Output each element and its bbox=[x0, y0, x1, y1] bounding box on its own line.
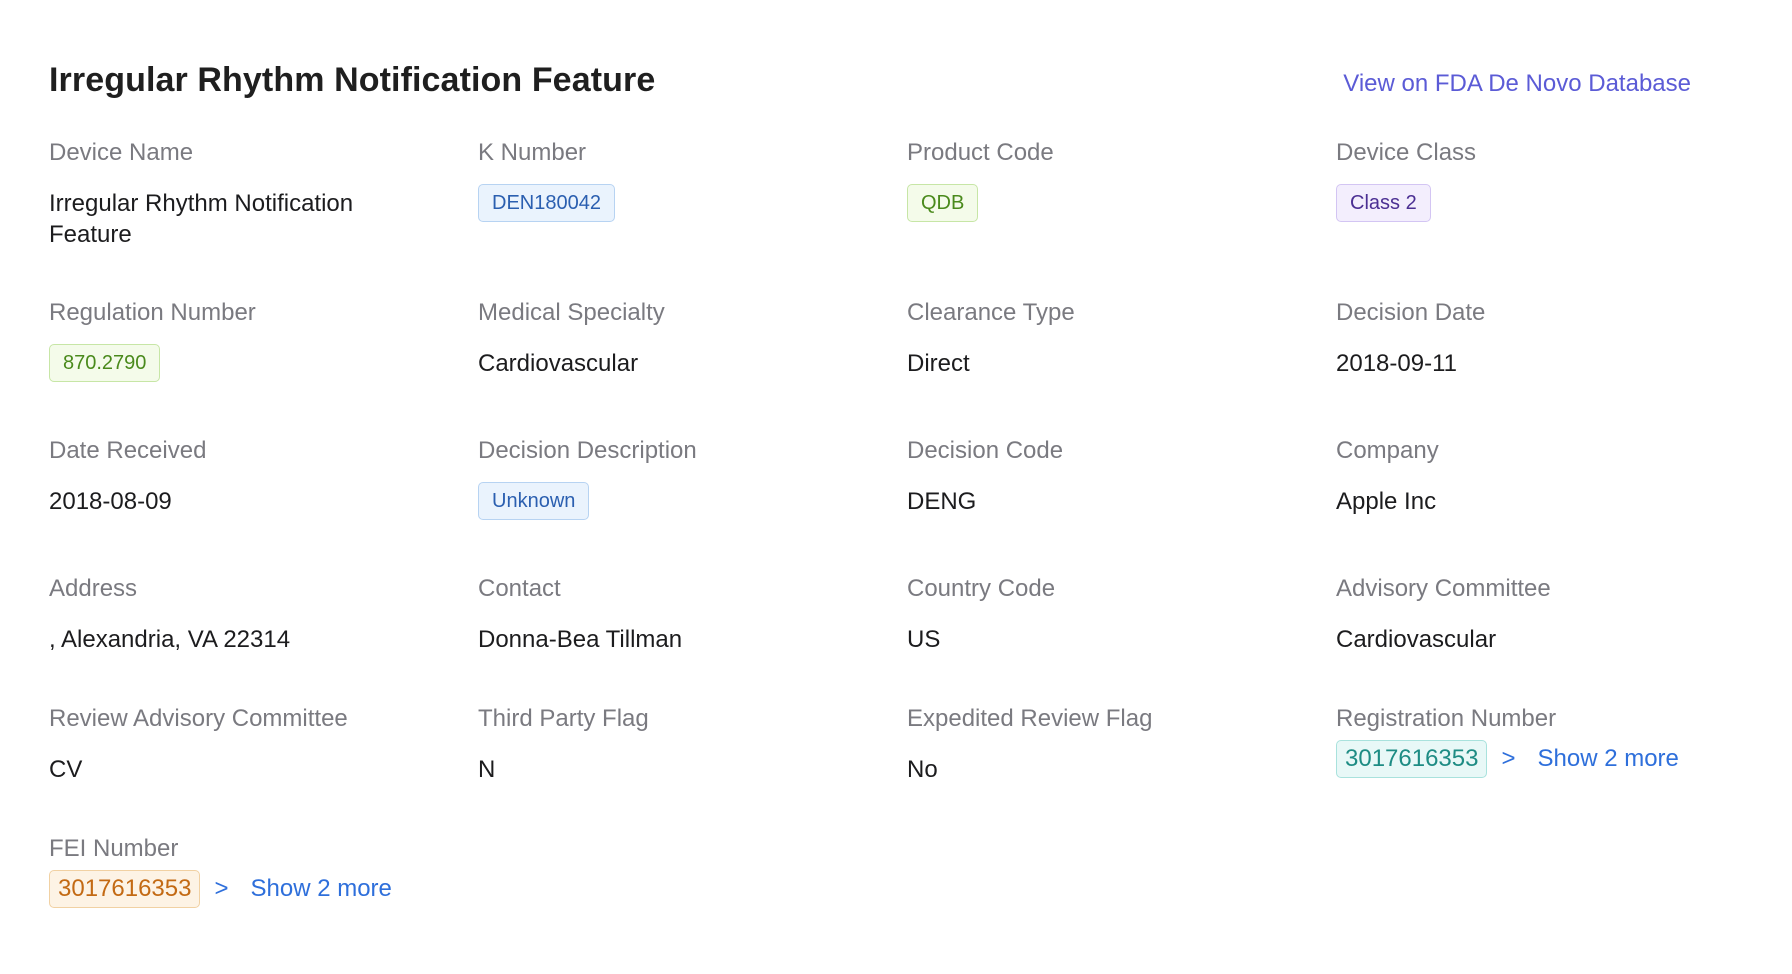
field-value: Donna-Bea Tillman bbox=[478, 625, 683, 653]
field-value: Cardiovascular bbox=[478, 349, 639, 377]
field-third-party-flag: Third Party Flag N bbox=[478, 705, 907, 835]
field-label: Product Code bbox=[907, 138, 1054, 166]
page-title: Irregular Rhythm Notification Feature bbox=[49, 61, 656, 99]
field-date-received: Date Received 2018-08-09 bbox=[49, 437, 478, 575]
field-label: Expedited Review Flag bbox=[907, 704, 1153, 732]
field-label: Country Code bbox=[907, 574, 1056, 602]
field-label: Device Name bbox=[49, 138, 194, 166]
field-country-code: Country Code US bbox=[907, 575, 1336, 705]
field-value: Irregular Rhythm Notification Feature bbox=[49, 189, 354, 248]
field-medical-specialty: Medical Specialty Cardiovascular bbox=[478, 299, 907, 437]
field-label: Decision Code bbox=[907, 436, 1064, 464]
field-value: CV bbox=[49, 755, 83, 783]
regulation-number-badge: 870.2790 bbox=[49, 343, 161, 382]
decision-description-badge: Unknown bbox=[478, 481, 590, 520]
field-value: 2018-08-09 bbox=[49, 487, 172, 515]
field-value: DENG bbox=[907, 487, 977, 515]
fei-show-more-link[interactable]: Show 2 more bbox=[251, 875, 392, 903]
field-label: Third Party Flag bbox=[478, 704, 649, 732]
device-class-badge: Class 2 bbox=[1336, 183, 1431, 222]
field-label: Decision Description bbox=[478, 436, 697, 464]
field-label: Regulation Number bbox=[49, 298, 256, 326]
field-label: Decision Date bbox=[1336, 298, 1486, 326]
field-device-class: Device Class Class 2 bbox=[1336, 139, 1765, 299]
fei-number-row: 3017616353 > Show 2 more bbox=[49, 869, 458, 908]
field-value: Apple Inc bbox=[1336, 487, 1437, 515]
registration-number-row: 3017616353 > Show 2 more bbox=[1336, 739, 1745, 778]
field-company: Company Apple Inc bbox=[1336, 437, 1765, 575]
details-grid: Device Name Irregular Rhythm Notificatio… bbox=[49, 139, 1743, 908]
field-device-name: Device Name Irregular Rhythm Notificatio… bbox=[49, 139, 478, 299]
field-label: Date Received bbox=[49, 436, 207, 464]
field-k-number: K Number DEN180042 bbox=[478, 139, 907, 299]
field-value: 2018-09-11 bbox=[1336, 349, 1457, 377]
field-value: Cardiovascular bbox=[1336, 625, 1497, 653]
field-label: Device Class bbox=[1336, 138, 1477, 166]
registration-number-badge[interactable]: 3017616353 bbox=[1336, 739, 1488, 778]
registration-show-more-link[interactable]: Show 2 more bbox=[1538, 745, 1679, 773]
fda-database-link[interactable]: View on FDA De Novo Database bbox=[1343, 70, 1691, 99]
chevron-right-icon[interactable]: > bbox=[1501, 746, 1515, 771]
field-value: No bbox=[907, 755, 938, 783]
page-header: Irregular Rhythm Notification Feature Vi… bbox=[49, 0, 1743, 101]
field-clearance-type: Clearance Type Direct bbox=[907, 299, 1336, 437]
field-review-advisory-committee: Review Advisory Committee CV bbox=[49, 705, 478, 835]
field-decision-code: Decision Code DENG bbox=[907, 437, 1336, 575]
field-decision-date: Decision Date 2018-09-11 bbox=[1336, 299, 1765, 437]
fei-number-badge[interactable]: 3017616353 bbox=[49, 869, 201, 908]
chevron-right-icon[interactable]: > bbox=[214, 876, 228, 901]
field-label: Registration Number bbox=[1336, 704, 1557, 732]
field-advisory-committee: Advisory Committee Cardiovascular bbox=[1336, 575, 1765, 705]
field-decision-description: Decision Description Unknown bbox=[478, 437, 907, 575]
field-value: Direct bbox=[907, 349, 970, 377]
field-label: Address bbox=[49, 574, 138, 602]
field-regulation-number: Regulation Number 870.2790 bbox=[49, 299, 478, 437]
field-expedited-review-flag: Expedited Review Flag No bbox=[907, 705, 1336, 835]
field-label: Contact bbox=[478, 574, 561, 602]
field-label: Company bbox=[1336, 436, 1439, 464]
k-number-badge: DEN180042 bbox=[478, 183, 615, 222]
field-label: Medical Specialty bbox=[478, 298, 665, 326]
device-detail-page: Irregular Rhythm Notification Feature Vi… bbox=[0, 0, 1792, 974]
field-product-code: Product Code QDB bbox=[907, 139, 1336, 299]
field-label: K Number bbox=[478, 138, 587, 166]
field-contact: Contact Donna-Bea Tillman bbox=[478, 575, 907, 705]
field-label: FEI Number bbox=[49, 834, 179, 862]
field-label: Review Advisory Committee bbox=[49, 704, 348, 732]
product-code-badge: QDB bbox=[907, 183, 979, 222]
field-registration-number: Registration Number 3017616353 > Show 2 … bbox=[1336, 705, 1765, 835]
field-address: Address , Alexandria, VA 22314 bbox=[49, 575, 478, 705]
field-value: , Alexandria, VA 22314 bbox=[49, 625, 291, 653]
field-label: Advisory Committee bbox=[1336, 574, 1551, 602]
field-label: Clearance Type bbox=[907, 298, 1075, 326]
field-value: US bbox=[907, 625, 941, 653]
field-fei-number: FEI Number 3017616353 > Show 2 more bbox=[49, 835, 478, 908]
field-value: N bbox=[478, 755, 496, 783]
